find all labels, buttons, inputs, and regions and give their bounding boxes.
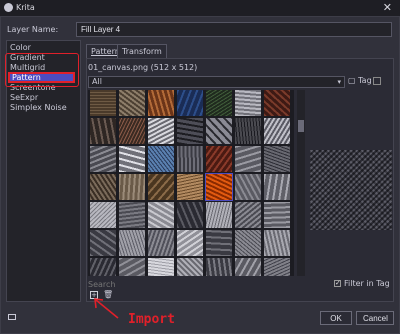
ok-button[interactable]: OK: [320, 311, 352, 325]
import-annotation-label: Import: [128, 312, 175, 327]
annotation-arrow: [94, 298, 119, 319]
cancel-button[interactable]: Cancel: [356, 311, 394, 325]
layer-style-icon[interactable]: [8, 314, 16, 320]
